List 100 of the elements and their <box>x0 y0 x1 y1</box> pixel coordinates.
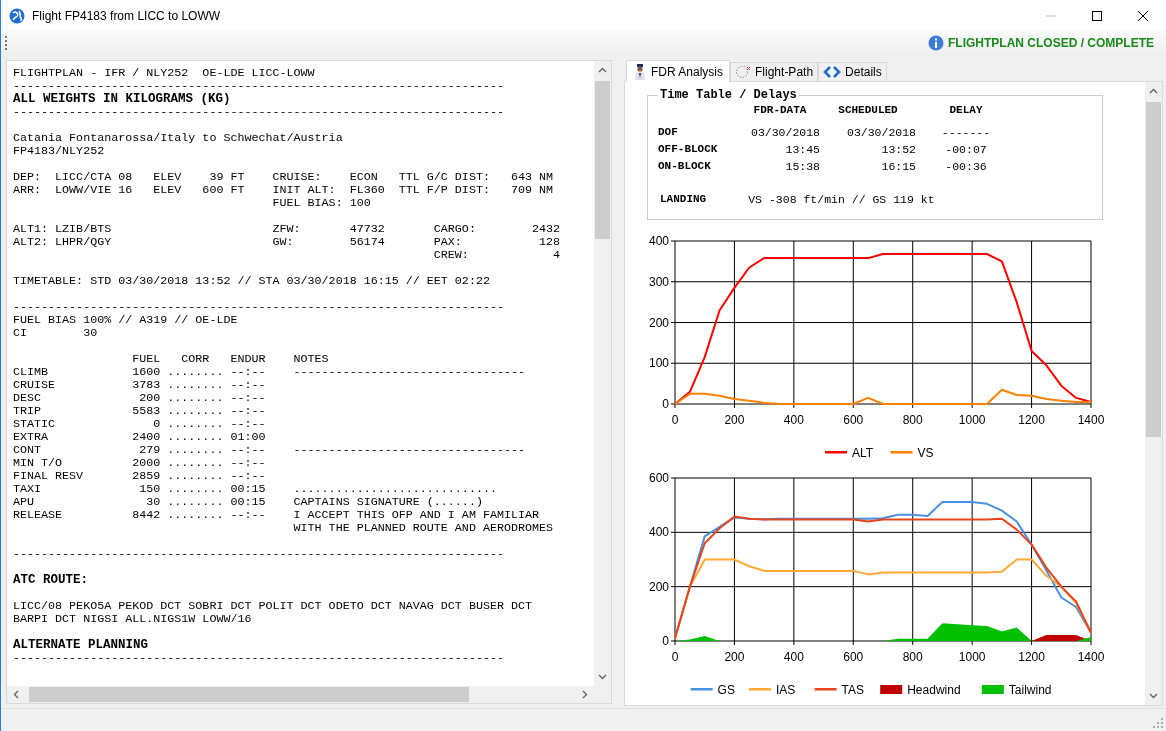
plan-text-line: CLIMB 1600 ........ --:-- --------------------------------- <box>13 366 525 379</box>
scroll-right-icon[interactable] <box>582 690 588 699</box>
axis-tick-label: 1000 <box>958 650 986 664</box>
plan-text-line: CRUISE 3783 ........ --:-- <box>13 379 266 392</box>
axis-tick-label: 400 <box>783 413 804 427</box>
row-label: OFF-BLOCK <box>658 143 719 156</box>
axis-tick-label: 600 <box>843 413 864 427</box>
legend-label: IAS <box>776 683 796 697</box>
info-icon <box>928 35 944 51</box>
row-label: DOF <box>658 126 679 139</box>
section-heading: ATC ROUTE: <box>13 574 88 587</box>
scrollbar-thumb[interactable] <box>1146 102 1161 437</box>
plan-text-line: APU 30 ........ 00:15 CAPTAINS SIGNATURE (......) <box>13 496 483 509</box>
legend-label: ALT <box>852 446 874 460</box>
axis-tick-label: 0 <box>662 397 669 411</box>
column-header: FDR-DATA <box>752 104 808 116</box>
scroll-down-icon[interactable] <box>598 674 607 680</box>
scrollbar-thumb[interactable] <box>29 687 469 702</box>
axis-tick-label: 100 <box>648 356 669 371</box>
legend-swatch <box>890 451 913 454</box>
group-title: Time Table / Delays <box>659 88 798 102</box>
table-cell-text: 03/30/2018 <box>846 126 916 139</box>
plan-text-line: TAXI 150 ........ 00:15 ............................. <box>13 483 497 496</box>
scrollbar-thumb[interactable] <box>595 81 610 239</box>
axis-tick-label: 600 <box>648 471 669 485</box>
plan-text-line: DESC 200 ........ --:-- <box>13 392 266 405</box>
plan-text-line: FP4183/NLY252 <box>13 145 105 158</box>
legend-label: Headwind <box>907 683 961 697</box>
vertical-scrollbar[interactable] <box>1145 82 1162 705</box>
scroll-left-icon[interactable] <box>13 690 19 699</box>
table-cell-text: 13:45 <box>784 143 820 156</box>
plan-text-line: EXTRA 2400 ........ 01:00 <box>13 431 266 444</box>
close-icon <box>1138 10 1148 21</box>
legend-swatch <box>825 451 847 454</box>
column-header: DELAY <box>948 104 984 116</box>
dashed-separator: ---------------------------------------------------------------------- <box>13 652 504 665</box>
plan-text-line: DEP: LICC/CTA 08 ELEV 39 FT CRUISE: ECON TTL G/C DIST: 643 NM <box>13 171 554 184</box>
dotted-circle-icon <box>735 65 752 79</box>
horizontal-scrollbar[interactable] <box>7 686 594 703</box>
plan-text-line: RELEASE 8442 ........ --:-- I ACCEPT THIS OFP AND I AM FAMILIAR <box>13 509 540 522</box>
scroll-up-icon[interactable] <box>598 67 607 73</box>
row-label: LANDING <box>660 193 707 206</box>
plan-text-line: FINAL RESV 2859 ........ --:-- <box>13 470 266 483</box>
plan-text-line: FUEL BIAS 100% // A319 // OE-LDE <box>13 314 238 327</box>
axis-tick-label: 300 <box>648 274 669 289</box>
legend-label: GS <box>717 683 735 697</box>
row-label: ON-BLOCK <box>658 160 712 173</box>
axis-tick-label: 400 <box>648 234 669 248</box>
dashed-separator: ---------------------------------------------------------------------- <box>13 301 504 314</box>
axis-tick-label: 200 <box>724 413 745 427</box>
plan-text-line: FUEL CORR ENDUR NOTES <box>131 353 329 366</box>
axis-tick-label: 1200 <box>1018 650 1045 664</box>
tab[interactable]: Details <box>818 62 887 81</box>
plan-text-line: ALT2: LHPR/QGY GW: 56174 PAX: 128 <box>13 236 561 249</box>
legend-swatch <box>749 688 771 691</box>
axis-tick-label: 200 <box>648 315 669 330</box>
scroll-up-icon[interactable] <box>1149 88 1158 94</box>
plan-text-line: MIN T/O 2000 ........ --:-- <box>13 457 266 470</box>
plan-text-line: STATIC 0 ........ --:-- <box>13 418 266 431</box>
axis-tick-label: 1400 <box>1077 413 1105 427</box>
plan-text-line: TIMETABLE: STD 03/30/2018 13:52 // STA 03/30/2018 16:15 // EET 02:22 <box>13 275 490 288</box>
column-header: SCHEDULED <box>837 104 899 116</box>
globe-icon <box>9 7 25 24</box>
plan-text-line: ARR: LOWW/VIE 16 ELEV 600 FT INIT ALT: FL360 TTL F/P DIST: 709 NM <box>13 184 554 197</box>
window-title: Flight FP4183 from LICC to LOWW <box>32 8 221 23</box>
plan-text-line: FLIGHTPLAN - IFR / NLY252 OE-LDE LICC-LOWW <box>13 67 315 80</box>
axis-tick-label: 0 <box>662 634 669 648</box>
dashed-separator: ---------------------------------------------------------------------- <box>13 80 504 93</box>
plan-text-line: ALT1: LZIB/BTS ZFW: 47732 CARGO: 2432 <box>13 223 561 236</box>
axis-tick-label: 1200 <box>1018 413 1045 427</box>
resize-grip-icon[interactable] <box>1153 718 1163 728</box>
plan-text-line: CI 30 <box>13 327 98 340</box>
legend-swatch <box>814 688 837 691</box>
table-cell-text: 15:38 <box>784 160 820 173</box>
legend-swatch <box>981 685 1004 694</box>
plan-text-line: TRIP 5583 ........ --:-- <box>13 405 266 418</box>
axis-tick-label: 800 <box>902 650 923 664</box>
axis-tick-label: 0 <box>671 650 679 664</box>
legend-label: VS <box>917 446 934 460</box>
maximize-icon <box>1092 10 1102 21</box>
axis-tick-label: 400 <box>648 525 669 540</box>
axis-tick-label: 400 <box>783 650 804 664</box>
vertical-scrollbar[interactable] <box>594 61 611 686</box>
table-cell-text: ------- <box>940 126 992 139</box>
scroll-down-icon[interactable] <box>1149 693 1158 699</box>
section-heading: ALL WEIGHTS IN KILOGRAMS (KG) <box>13 93 231 106</box>
tab[interactable]: FDR Analysis <box>626 60 731 82</box>
legend-label: Tailwind <box>1008 683 1052 697</box>
dashed-separator: ---------------------------------------------------------------------- <box>13 548 504 561</box>
table-cell-text: 13:52 <box>880 143 916 156</box>
tab[interactable]: Flight-Path <box>730 62 819 81</box>
axis-tick-label: 1400 <box>1077 650 1105 664</box>
table-cell-text: 03/30/2018 <box>750 126 820 139</box>
legend-swatch <box>690 688 713 691</box>
dashed-separator: ---------------------------------------------------------------------- <box>13 106 504 119</box>
legend-label: TAS <box>841 683 865 697</box>
axis-tick-label: 1000 <box>958 413 986 427</box>
toolbar-grip-icon <box>5 35 8 51</box>
plan-text-line: CREW: 4 <box>432 249 561 262</box>
section-heading: ALTERNATE PLANNING <box>13 639 149 652</box>
